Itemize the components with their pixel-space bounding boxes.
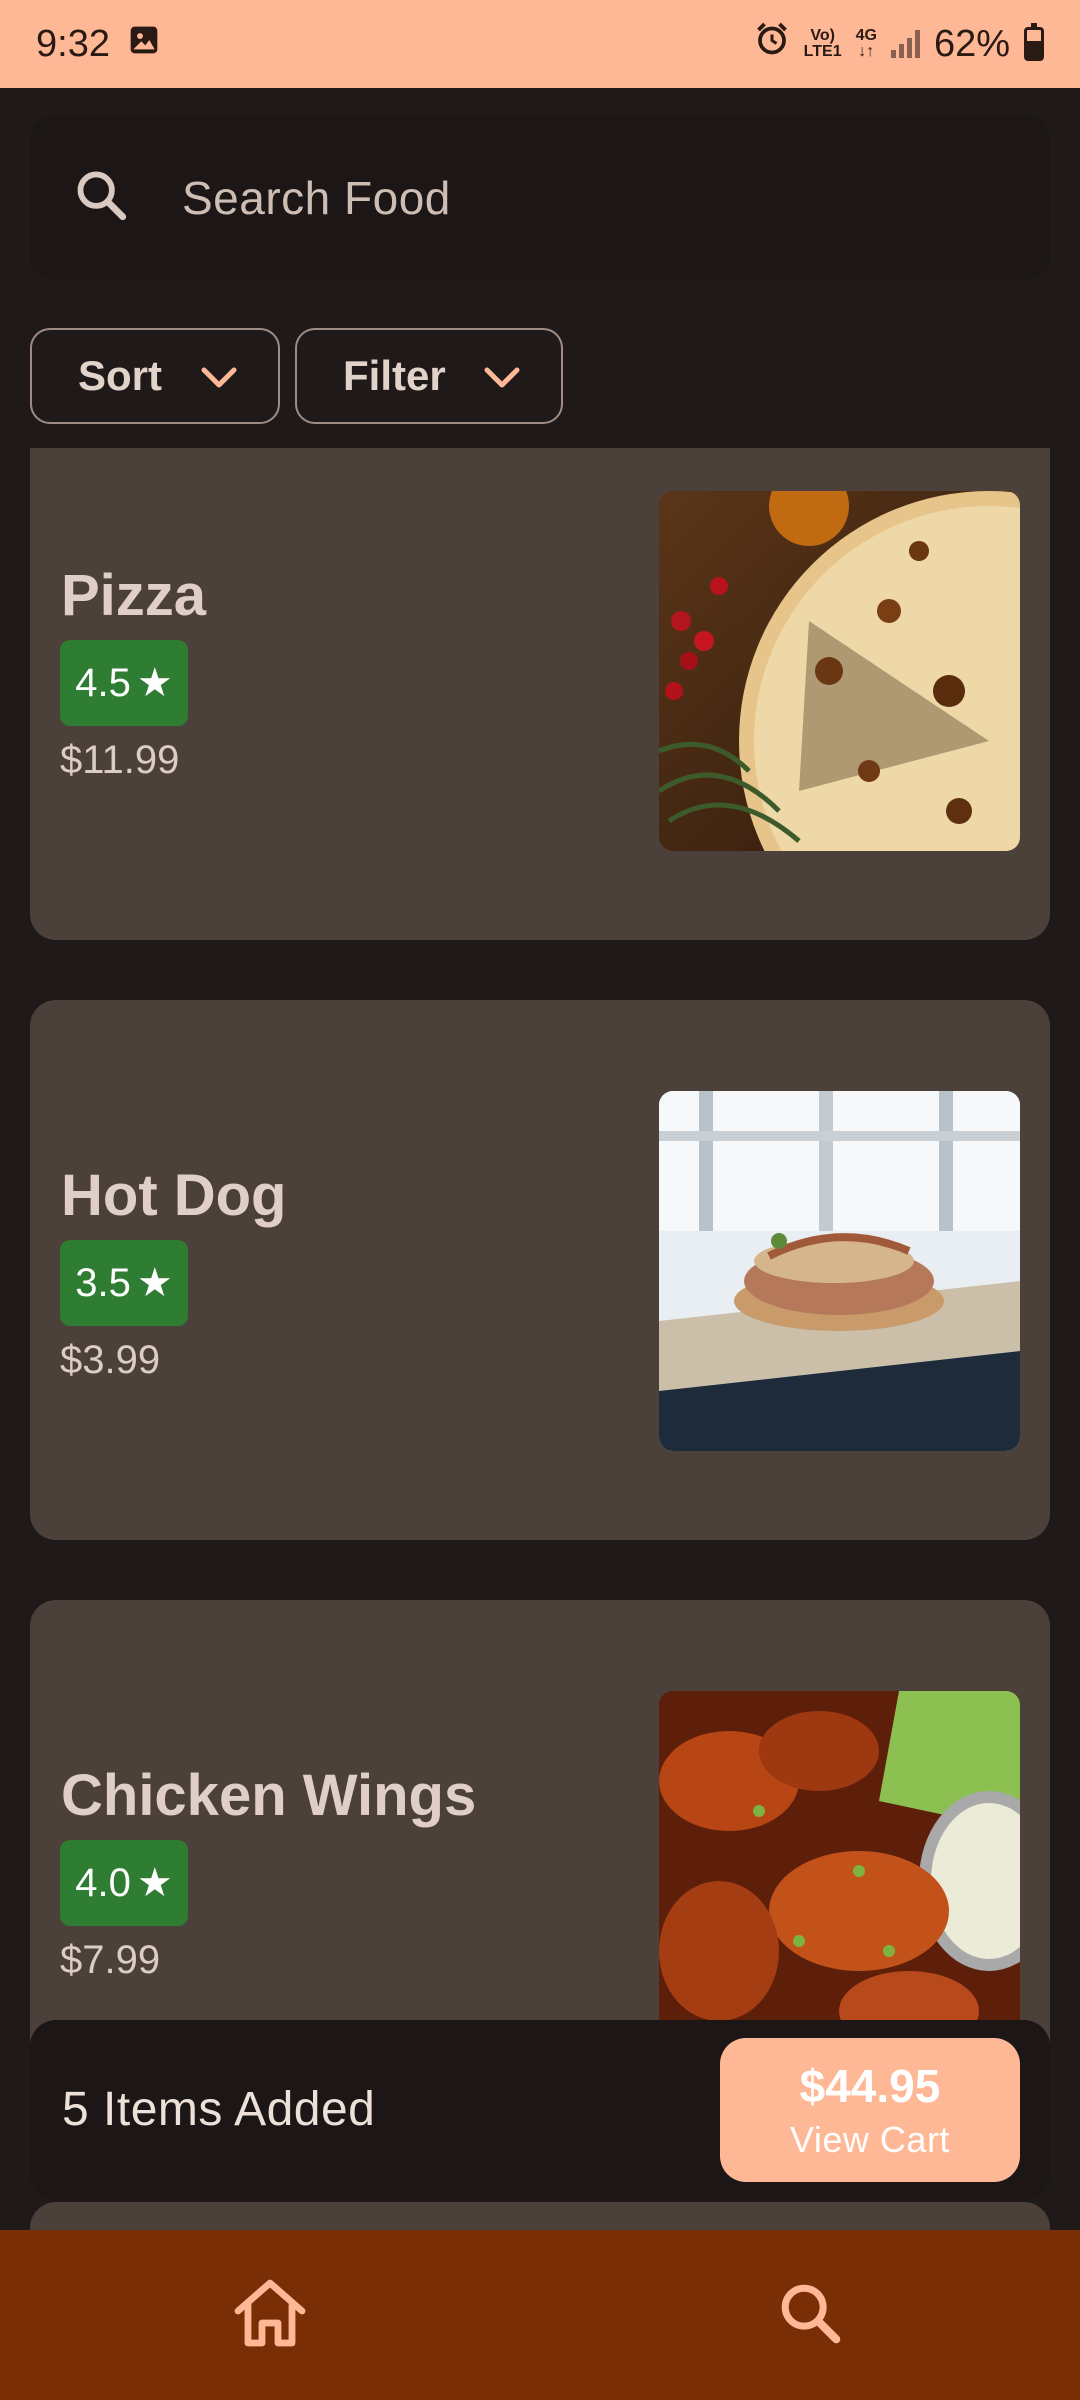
nav-search[interactable] bbox=[765, 2275, 855, 2355]
battery-percent: 62% bbox=[933, 22, 1010, 65]
network-type-label: 4G bbox=[855, 27, 877, 44]
nav-home[interactable] bbox=[225, 2275, 315, 2355]
food-card-pizza[interactable]: Pizza 4.5 ★ $11.99 bbox=[30, 448, 1050, 940]
chevron-down-icon bbox=[483, 352, 521, 400]
rating-value: 4.5 bbox=[75, 660, 131, 705]
rating-value: 3.5 bbox=[75, 1260, 131, 1305]
rating-value: 4.0 bbox=[75, 1860, 131, 1905]
signal-icon bbox=[890, 30, 920, 58]
food-name: Hot Dog bbox=[61, 1163, 287, 1228]
search-field[interactable]: Search Food bbox=[30, 115, 1050, 280]
status-bar: 9:32 Vo) LTE1 4G ↓↑ 62% bbox=[0, 0, 1080, 88]
star-icon: ★ bbox=[136, 1861, 173, 1905]
bottom-navigation bbox=[0, 2230, 1080, 2400]
home-icon bbox=[230, 2275, 310, 2356]
alarm-icon bbox=[754, 21, 790, 67]
sort-label: Sort bbox=[78, 352, 162, 399]
food-price: $3.99 bbox=[60, 1338, 161, 1382]
search-icon bbox=[775, 2278, 845, 2353]
sort-button[interactable]: Sort bbox=[30, 328, 280, 424]
status-right: Vo) LTE1 4G ↓↑ 62% bbox=[754, 21, 1044, 67]
food-price: $7.99 bbox=[60, 1938, 161, 1982]
rating-badge: 4.5 ★ bbox=[60, 640, 188, 726]
volte-bottom: LTE1 bbox=[803, 43, 842, 60]
status-time: 9:32 bbox=[36, 22, 110, 65]
cart-bar: 5 Items Added $44.95 View Cart bbox=[30, 2020, 1050, 2200]
star-icon: ★ bbox=[136, 661, 173, 705]
food-card-hot-dog[interactable]: Hot Dog 3.5 ★ $3.99 bbox=[30, 1000, 1050, 1540]
gallery-notification-icon bbox=[128, 23, 160, 66]
filter-label: Filter bbox=[343, 352, 446, 399]
search-placeholder: Search Food bbox=[182, 171, 451, 224]
pizza-image bbox=[659, 491, 1020, 851]
hot-dog-image bbox=[659, 1091, 1020, 1451]
search-icon bbox=[72, 166, 130, 229]
volte-indicator: Vo) LTE1 bbox=[804, 28, 842, 60]
food-name: Pizza bbox=[61, 563, 207, 628]
battery-icon bbox=[1024, 23, 1044, 61]
filter-button[interactable]: Filter bbox=[295, 328, 563, 424]
star-icon: ★ bbox=[136, 1261, 173, 1305]
rating-badge: 3.5 ★ bbox=[60, 1240, 188, 1326]
cart-items-count: 5 Items Added bbox=[62, 2083, 376, 2136]
network-type: 4G ↓↑ bbox=[856, 28, 877, 60]
view-cart-label: View Cart bbox=[790, 2119, 950, 2160]
status-left: 9:32 bbox=[36, 23, 160, 66]
data-arrows-icon: ↓↑ bbox=[858, 43, 875, 60]
rating-badge: 4.0 ★ bbox=[60, 1840, 188, 1926]
chicken-wings-image bbox=[659, 1691, 1020, 2051]
chevron-down-icon bbox=[200, 352, 238, 400]
cart-total: $44.95 bbox=[799, 2060, 941, 2112]
food-price: $11.99 bbox=[60, 738, 180, 782]
volte-top: Vo) bbox=[810, 27, 835, 44]
view-cart-button[interactable]: $44.95 View Cart bbox=[720, 2038, 1020, 2182]
food-name: Chicken Wings bbox=[61, 1763, 477, 1828]
